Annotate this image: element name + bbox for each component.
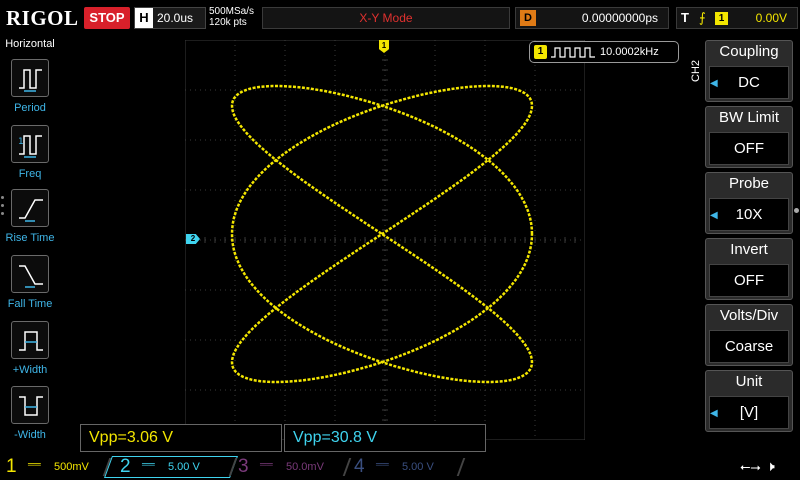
sidebar-item-freq[interactable]: 1 Freq	[0, 122, 60, 186]
dc-coupling-icon: ══	[28, 459, 41, 469]
sidebar-item-rise-time[interactable]: Rise Time	[0, 186, 60, 250]
channel-2-status[interactable]: 2 ══ 5.00 V	[120, 456, 230, 478]
channel-scale: 500mV	[54, 461, 89, 473]
dc-coupling-icon: ══	[142, 459, 155, 469]
measurement-ch2-vpp[interactable]: Vpp=30.8 V	[284, 424, 486, 452]
sidebar-item-label: -Width	[14, 429, 46, 441]
fall-time-icon	[11, 255, 49, 293]
menu-volts-div[interactable]: Volts/Div Coarse	[705, 304, 793, 366]
menu-page-indicator	[794, 208, 799, 213]
display-mode: X-Y Mode	[262, 7, 510, 29]
counter-channel: 1	[534, 45, 547, 59]
sidebar-item-period[interactable]: Period	[0, 56, 60, 120]
usb-icon: ⭠⭢	[740, 459, 761, 474]
channel-number: 4	[354, 456, 365, 477]
menu-title: Volts/Div	[719, 307, 779, 324]
sidebar-title: Horizontal	[5, 38, 55, 50]
horizontal-letter: H	[135, 8, 153, 28]
oscilloscope-screen: RIGOL STOP H 20.0us 500MSa/s 120k pts X-…	[0, 0, 800, 480]
sidebar-item-negative-width[interactable]: -Width	[0, 383, 60, 447]
menu-arrow-icon: ◀	[710, 78, 718, 89]
channel-4-status[interactable]: 4 ══ 5.00 V	[354, 456, 460, 478]
counter-value: 10.0002kHz	[600, 46, 659, 58]
menu-unit[interactable]: Unit [V] ◀	[705, 370, 793, 432]
menu-value: 10X	[709, 198, 789, 231]
menu-arrow-icon: ◀	[710, 210, 718, 221]
speaker-muted-icon[interactable]: 🕨	[766, 458, 775, 475]
menu-value: [V]	[709, 396, 789, 429]
status-bar: RIGOL STOP H 20.0us 500MSa/s 120k pts X-…	[0, 0, 800, 36]
channel-1-status[interactable]: 1 ══ 500mV	[6, 456, 106, 478]
menu-invert[interactable]: Invert OFF	[705, 238, 793, 300]
menu-title: Coupling	[719, 43, 779, 60]
channel-scale: 5.00 V	[402, 461, 434, 473]
rising-edge-icon: ⨍	[699, 10, 706, 25]
trigger-letter: T	[681, 10, 689, 25]
timebase-box[interactable]: H 20.0us	[134, 7, 206, 29]
rigol-logo: RIGOL	[6, 6, 79, 30]
memory-depth: 120k pts	[209, 17, 247, 28]
timebase-value: 20.0us	[157, 11, 194, 25]
positive-width-icon	[11, 321, 49, 359]
sidebar-scroll-indicator	[1, 196, 5, 220]
channel-bar: 1 ══ 500mV 2 ══ 5.00 V 3 ══ 50.0mV 4 ══ …	[0, 454, 800, 480]
channel-3-status[interactable]: 3 ══ 50.0mV	[238, 456, 344, 478]
square-wave-icon	[551, 47, 595, 58]
menu-title: Invert	[730, 241, 768, 258]
channel-number: 1	[6, 456, 17, 477]
sidebar-item-positive-width[interactable]: +Width	[0, 318, 60, 382]
waveform-display	[185, 40, 585, 440]
menu-value: OFF	[709, 264, 789, 297]
frequency-counter: 1 10.0002kHz	[529, 41, 679, 63]
rise-time-icon	[11, 189, 49, 227]
delay-letter: D	[520, 10, 536, 26]
measure-sidebar: Horizontal Period 1 Freq Rise Time Fall …	[0, 38, 60, 448]
negative-width-icon	[11, 386, 49, 424]
sidebar-item-label: Freq	[18, 168, 42, 180]
channel-number: 3	[238, 456, 249, 477]
menu-title: BW Limit	[719, 109, 779, 126]
svg-text:1: 1	[18, 137, 24, 147]
menu-value: Coarse	[709, 330, 789, 363]
run-stop-button[interactable]: STOP	[84, 7, 130, 29]
channel-scale: 50.0mV	[286, 461, 324, 473]
menu-title: Unit	[735, 373, 763, 390]
sample-rate: 500MSa/s	[209, 6, 255, 17]
trigger-source: 1	[715, 12, 728, 25]
delay-value: 0.00000000ps	[581, 11, 658, 25]
menu-title: Probe	[728, 175, 770, 192]
acquisition-info: 500MSa/s 120k pts	[209, 6, 254, 28]
delay-box[interactable]: D 0.00000000ps	[515, 7, 669, 29]
sidebar-item-label: Rise Time	[5, 232, 55, 244]
menu-value: DC	[709, 66, 789, 99]
dc-coupling-icon: ══	[260, 459, 273, 469]
trigger-level: 0.00V	[755, 11, 787, 25]
menu-bw-limit[interactable]: BW Limit OFF	[705, 106, 793, 168]
graticule	[185, 40, 585, 440]
menu-probe[interactable]: Probe 10X ◀	[705, 172, 793, 234]
sidebar-item-fall-time[interactable]: Fall Time	[0, 252, 60, 316]
channel-divider	[342, 458, 352, 476]
menu-arrow-icon: ◀	[710, 408, 718, 419]
trigger-box[interactable]: T ⨍ 1 0.00V	[676, 7, 798, 29]
sidebar-item-label: Fall Time	[7, 298, 53, 310]
channel-number: 2	[120, 456, 131, 477]
measurement-ch1-vpp[interactable]: Vpp=3.06 V	[80, 424, 282, 452]
menu-coupling[interactable]: Coupling DC ◀	[705, 40, 793, 102]
channel-scale: 5.00 V	[168, 461, 200, 473]
menu-value: OFF	[709, 132, 789, 165]
dc-coupling-icon: ══	[376, 459, 389, 469]
sidebar-item-label: +Width	[12, 364, 48, 376]
frequency-icon: 1	[11, 125, 49, 163]
period-icon	[11, 59, 49, 97]
sidebar-item-label: Period	[14, 102, 46, 114]
menu-channel-tag: CH2	[690, 59, 702, 82]
